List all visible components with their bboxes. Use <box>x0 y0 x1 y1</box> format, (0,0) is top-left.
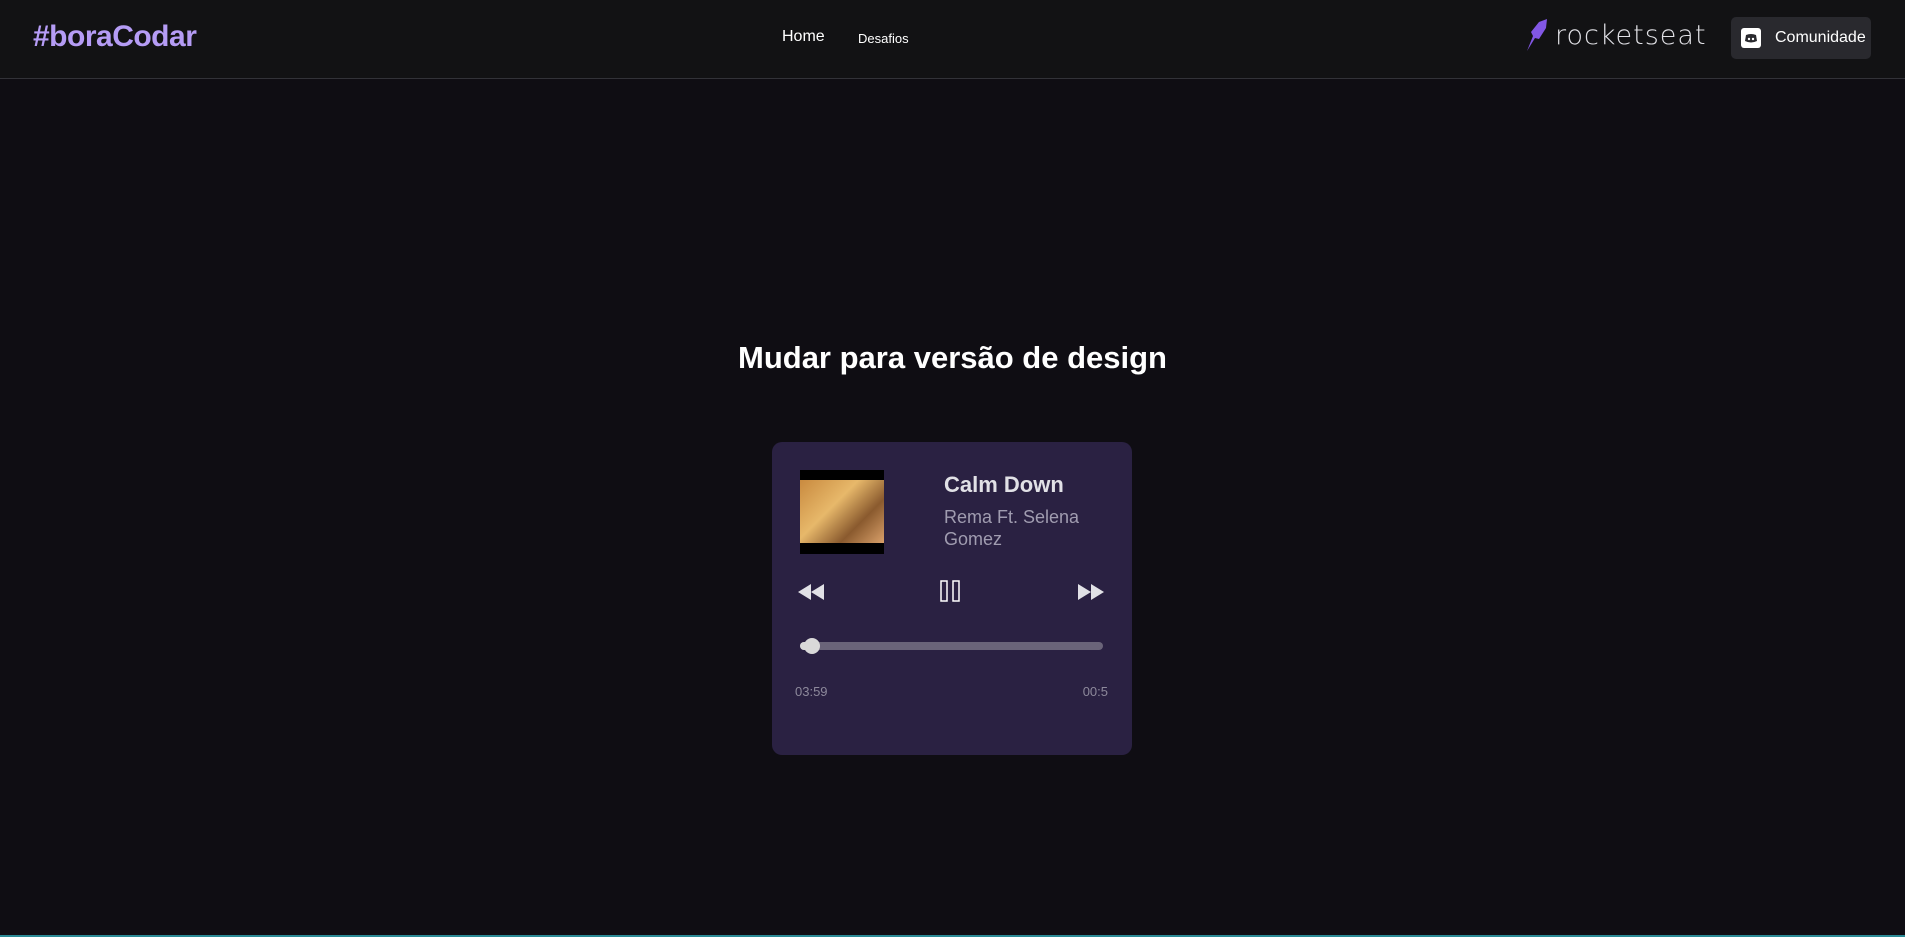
page-title[interactable]: Mudar para versão de design <box>0 340 1905 376</box>
brand-logo[interactable]: #boraCodar <box>33 20 197 54</box>
progress-thumb[interactable] <box>804 638 821 654</box>
pause-button[interactable] <box>940 580 962 605</box>
nav-home[interactable]: Home <box>782 28 825 46</box>
rewind-icon <box>798 584 824 600</box>
forward-button[interactable] <box>1078 584 1104 603</box>
discord-icon <box>1741 28 1761 48</box>
top-nav: #boraCodar Home Desafios rocketseat Comu… <box>0 0 1905 79</box>
music-player-card: Calm Down Rema Ft. Selena Gomez 03:59 00… <box>772 442 1132 755</box>
community-label: Comunidade <box>1775 29 1866 46</box>
elapsed-time: 03:59 <box>795 684 828 699</box>
song-artist: Rema Ft. Selena Gomez <box>944 507 1080 549</box>
forward-icon <box>1078 584 1104 600</box>
song-title: Calm Down <box>944 472 1064 497</box>
rocket-icon <box>1527 19 1547 51</box>
community-button[interactable]: Comunidade <box>1731 17 1871 59</box>
remaining-time: 00:5 <box>1082 684 1108 699</box>
album-art <box>800 470 884 554</box>
pause-icon <box>940 580 960 602</box>
nav-desafios[interactable]: Desafios <box>858 31 909 46</box>
rocketseat-logo[interactable]: rocketseat <box>1523 18 1707 52</box>
progress-slider[interactable] <box>800 638 1103 654</box>
rewind-button[interactable] <box>798 584 824 603</box>
logo-text: rocketseat <box>1555 19 1707 51</box>
